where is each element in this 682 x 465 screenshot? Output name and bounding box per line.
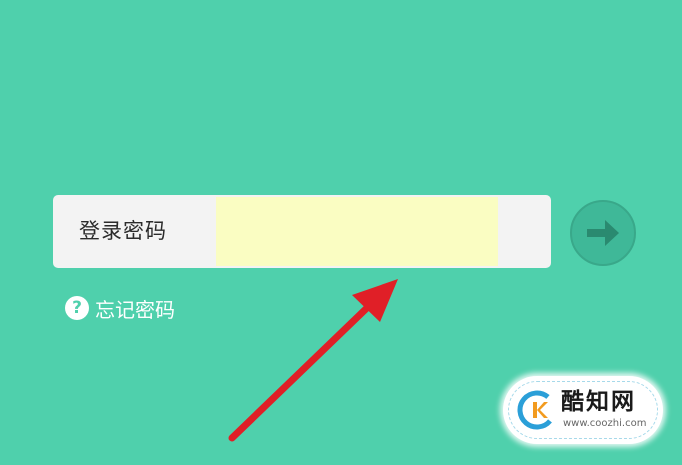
help-icon: ? (65, 296, 89, 320)
forgot-password-link[interactable]: ? 忘记密码 (65, 294, 175, 322)
watermark-name: 酷知网 (561, 389, 636, 415)
login-screen: 登录密码 ? 忘记密码 酷知网 www.coozhi.com (0, 0, 682, 465)
password-input[interactable] (216, 197, 498, 266)
password-label: 登录密码 (79, 219, 167, 243)
submit-button[interactable] (570, 200, 636, 266)
forgot-password-label: 忘记密码 (95, 297, 175, 322)
arrow-right-icon (587, 220, 619, 246)
password-row: 登录密码 (53, 195, 551, 268)
watermark: 酷知网 www.coozhi.com (503, 376, 663, 444)
watermark-url: www.coozhi.com (563, 418, 647, 429)
coozhi-logo-icon (517, 390, 557, 430)
